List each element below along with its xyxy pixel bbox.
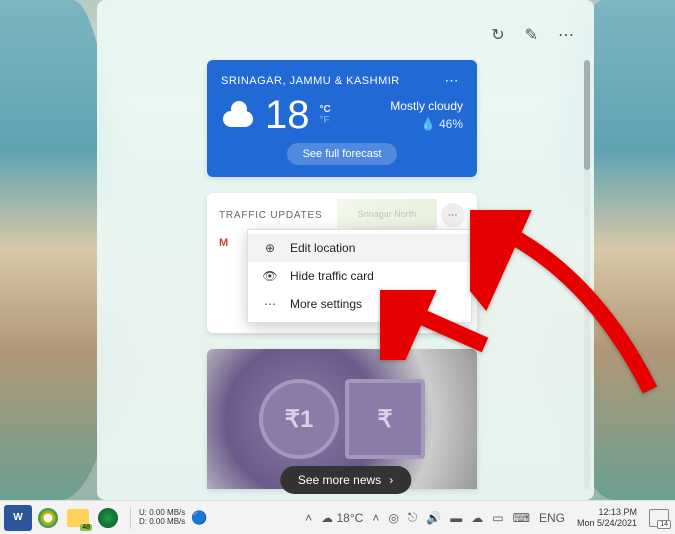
scrollbar-thumb[interactable]: [584, 60, 590, 170]
menu-hide-card[interactable]: 👁 Hide traffic card: [248, 262, 471, 290]
tray-location-icon[interactable]: ◎: [388, 511, 398, 525]
annotation-arrow-to-more: [470, 210, 660, 405]
eye-off-icon: 👁: [262, 269, 278, 283]
taskbar-idm-icon[interactable]: [94, 505, 122, 531]
chevron-right-icon: ›: [389, 473, 393, 487]
weather-card[interactable]: SRINAGAR, JAMMU & KASHMIR ⋯ 18 °C °F Mos…: [207, 60, 477, 177]
panel-more-icon[interactable]: ⋯: [558, 25, 574, 45]
crosshair-icon: ⊕: [262, 241, 278, 255]
menu-hide-label: Hide traffic card: [290, 269, 374, 283]
taskbar-chrome-icon[interactable]: [34, 505, 62, 531]
see-more-news-button[interactable]: See more news ›: [280, 466, 411, 494]
unit-toggle[interactable]: °C °F: [320, 104, 331, 126]
tray-support-icon[interactable]: 🔵: [191, 510, 207, 526]
tray-weather[interactable]: ☁ 18°C: [321, 511, 363, 525]
unit-fahrenheit[interactable]: °F: [320, 115, 331, 126]
tray-chevron-up-icon[interactable]: ˄: [305, 511, 312, 525]
weather-condition: Mostly cloudy: [390, 99, 463, 113]
notification-center-icon[interactable]: 14: [649, 509, 669, 527]
traffic-title: TRAFFIC UPDATES: [219, 210, 322, 221]
taskbar-separator: [130, 507, 131, 529]
edit-icon[interactable]: ✎: [525, 25, 538, 45]
tray-onedrive-icon[interactable]: ☁: [471, 511, 483, 525]
see-more-label: See more news: [298, 473, 381, 487]
taskbar-clock[interactable]: 12:13 PM Mon 5/24/2021: [577, 507, 637, 529]
tray-battery-icon[interactable]: ▬: [450, 511, 462, 525]
clock-date: Mon 5/24/2021: [577, 518, 637, 529]
weather-location: SRINAGAR, JAMMU & KASHMIR: [221, 75, 400, 87]
taskbar-word-icon[interactable]: W: [4, 505, 32, 531]
weather-more-icon[interactable]: ⋯: [441, 72, 464, 89]
see-forecast-button[interactable]: See full forecast: [287, 143, 398, 165]
rupee-note-graphic: ₹: [345, 379, 425, 459]
weather-humidity: 💧 46%: [390, 117, 463, 131]
clock-time: 12:13 PM: [577, 507, 637, 518]
menu-edit-label: Edit location: [290, 241, 355, 255]
taskbar-explorer-icon[interactable]: 48: [64, 505, 92, 531]
traffic-more-icon[interactable]: ⋯: [441, 203, 465, 227]
net-speed-indicator: U: 0.00 MB/s D: 0.00 MB/s: [139, 509, 185, 527]
refresh-icon[interactable]: ↻: [491, 25, 504, 45]
taskbar[interactable]: W 48 U: 0.00 MB/s D: 0.00 MB/s 🔵 ˄ ☁ 18°…: [0, 500, 675, 534]
menu-more-label: More settings: [290, 297, 362, 311]
annotation-arrow-to-menu: [380, 290, 490, 365]
temperature-block: 18 °C °F: [221, 95, 331, 135]
unit-celsius[interactable]: °C: [320, 104, 331, 115]
tray-chevron-up-icon[interactable]: ˄: [372, 511, 379, 525]
ellipsis-icon: ⋯: [262, 297, 278, 311]
tray-wifi-icon[interactable]: ⎋: [408, 510, 418, 525]
panel-toolbar: ↻ ✎ ⋯: [491, 25, 574, 45]
temperature-value: 18: [265, 95, 310, 135]
tray-touchpad-icon[interactable]: ▭: [492, 511, 503, 525]
widgets-column: SRINAGAR, JAMMU & KASHMIR ⋯ 18 °C °F Mos…: [207, 60, 477, 489]
tray-volume-icon[interactable]: 🔊: [426, 511, 441, 525]
system-tray: ˄ ☁ 18°C ˄ ◎ ⎋ 🔊 ▬ ☁ ▭ ⌨ ENG: [305, 510, 565, 525]
menu-edit-location[interactable]: ⊕ Edit location: [248, 234, 471, 262]
tray-language[interactable]: ENG: [539, 511, 565, 525]
notification-badge: 14: [657, 520, 671, 529]
rupee-note-graphic: ₹1: [259, 379, 339, 459]
tray-keyboard-icon[interactable]: ⌨: [513, 511, 530, 525]
explorer-badge: 48: [80, 524, 92, 531]
cloud-icon: [221, 101, 257, 129]
